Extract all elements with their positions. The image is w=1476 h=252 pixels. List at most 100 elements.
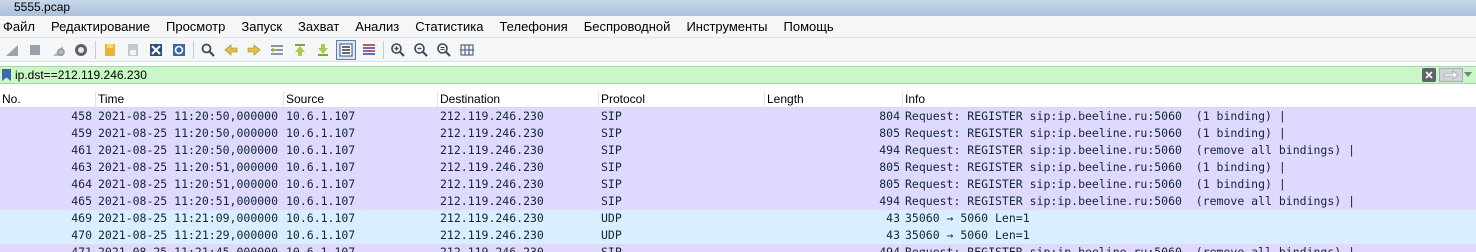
cell-destination: 212.119.246.230 bbox=[440, 126, 544, 140]
autoscroll-icon[interactable] bbox=[336, 39, 356, 60]
main-toolbar bbox=[0, 38, 1476, 62]
menu-statistics[interactable]: Статистика bbox=[407, 17, 491, 37]
display-filter-input[interactable] bbox=[15, 67, 1415, 83]
shark-fin-start-icon[interactable] bbox=[2, 40, 22, 60]
table-row[interactable]: 461 2021-08-25 11:20:50,000000 10.6.1.10… bbox=[0, 142, 1476, 159]
colorize-icon[interactable] bbox=[359, 40, 379, 60]
display-filter-bar bbox=[0, 66, 1476, 84]
cell-info: Request: REGISTER sip:ip.beeline.ru:5060… bbox=[905, 194, 1356, 208]
table-row[interactable]: 471 2021-08-25 11:21:45,000000 10.6.1.10… bbox=[0, 244, 1476, 252]
clear-filter-icon[interactable] bbox=[1422, 68, 1436, 82]
cell-source: 10.6.1.107 bbox=[286, 160, 356, 174]
menu-view[interactable]: Просмотр bbox=[158, 17, 233, 37]
cell-no: 469 bbox=[71, 211, 92, 225]
cell-no: 461 bbox=[71, 143, 92, 157]
cell-no: 458 bbox=[71, 109, 92, 123]
column-header-destination[interactable]: Destination bbox=[438, 91, 599, 108]
packet-list-header: No. Time Source Destination Protocol Len… bbox=[0, 91, 1476, 108]
menu-help[interactable]: Помощь bbox=[776, 17, 842, 37]
cell-protocol: UDP bbox=[601, 211, 622, 225]
menu-file[interactable]: Файл bbox=[0, 17, 43, 37]
table-row[interactable]: 470 2021-08-25 11:21:29,000000 10.6.1.10… bbox=[0, 227, 1476, 244]
save-file-icon[interactable] bbox=[123, 40, 143, 60]
menu-go[interactable]: Запуск bbox=[233, 17, 290, 37]
zoom-out-icon[interactable] bbox=[411, 40, 431, 60]
cell-destination: 212.119.246.230 bbox=[440, 245, 544, 252]
go-back-icon[interactable] bbox=[221, 40, 241, 60]
cell-destination: 212.119.246.230 bbox=[440, 143, 544, 157]
column-header-length[interactable]: Length bbox=[765, 91, 903, 108]
column-header-protocol[interactable]: Protocol bbox=[599, 91, 765, 108]
apply-filter-arrow-icon[interactable] bbox=[1439, 68, 1463, 82]
cell-source: 10.6.1.107 bbox=[286, 211, 356, 225]
cell-time: 2021-08-25 11:20:50,000000 bbox=[98, 109, 279, 123]
cell-time: 2021-08-25 11:21:45,000000 bbox=[98, 245, 279, 252]
resize-columns-icon[interactable] bbox=[457, 40, 477, 60]
cell-length: 494 bbox=[879, 143, 900, 157]
go-forward-icon[interactable] bbox=[244, 40, 264, 60]
column-header-info[interactable]: Info bbox=[903, 91, 1476, 108]
toolbar-separator bbox=[193, 40, 194, 59]
cell-destination: 212.119.246.230 bbox=[440, 177, 544, 191]
menu-edit[interactable]: Редактирование bbox=[43, 17, 158, 37]
zoom-normal-icon[interactable] bbox=[434, 40, 454, 60]
cell-no: 464 bbox=[71, 177, 92, 191]
go-last-icon[interactable] bbox=[313, 40, 333, 60]
filter-dropdown-icon[interactable] bbox=[1464, 72, 1472, 77]
table-row[interactable]: 469 2021-08-25 11:21:09,000000 10.6.1.10… bbox=[0, 210, 1476, 227]
cell-time: 2021-08-25 11:20:51,000000 bbox=[98, 160, 279, 174]
menu-analyze[interactable]: Анализ bbox=[347, 17, 407, 37]
cell-time: 2021-08-25 11:21:09,000000 bbox=[98, 211, 279, 225]
cell-length: 804 bbox=[879, 109, 900, 123]
table-row[interactable]: 465 2021-08-25 11:20:51,000000 10.6.1.10… bbox=[0, 193, 1476, 210]
cell-destination: 212.119.246.230 bbox=[440, 228, 544, 242]
capture-options-icon[interactable] bbox=[71, 40, 91, 60]
zoom-in-icon[interactable] bbox=[388, 40, 408, 60]
cell-info: Request: REGISTER sip:ip.beeline.ru:5060… bbox=[905, 245, 1356, 252]
cell-info: 35060 → 5060 Len=1 bbox=[905, 211, 1030, 225]
cell-no: 465 bbox=[71, 194, 92, 208]
open-file-icon[interactable] bbox=[100, 40, 120, 60]
table-row[interactable]: 458 2021-08-25 11:20:50,000000 10.6.1.10… bbox=[0, 108, 1476, 125]
cell-no: 471 bbox=[71, 245, 92, 252]
find-icon[interactable] bbox=[198, 40, 218, 60]
go-to-packet-icon[interactable] bbox=[267, 40, 287, 60]
cell-info: Request: REGISTER sip:ip.beeline.ru:5060… bbox=[905, 160, 1286, 174]
table-row[interactable]: 464 2021-08-25 11:20:51,000000 10.6.1.10… bbox=[0, 176, 1476, 193]
column-header-source[interactable]: Source bbox=[284, 91, 438, 108]
cell-no: 463 bbox=[71, 160, 92, 174]
table-row[interactable]: 459 2021-08-25 11:20:50,000000 10.6.1.10… bbox=[0, 125, 1476, 142]
column-header-no[interactable]: No. bbox=[0, 91, 96, 108]
cell-protocol: SIP bbox=[601, 177, 622, 191]
window-titlebar: 5555.pcap bbox=[0, 0, 1476, 16]
cell-destination: 212.119.246.230 bbox=[440, 211, 544, 225]
reload-icon[interactable] bbox=[169, 40, 189, 60]
cell-destination: 212.119.246.230 bbox=[440, 160, 544, 174]
cell-protocol: SIP bbox=[601, 245, 622, 252]
cell-info: Request: REGISTER sip:ip.beeline.ru:5060… bbox=[905, 109, 1286, 123]
column-header-time[interactable]: Time bbox=[96, 91, 284, 108]
cell-no: 459 bbox=[71, 126, 92, 140]
menu-bar: Файл Редактирование Просмотр Запуск Захв… bbox=[0, 16, 1476, 38]
menu-capture[interactable]: Захват bbox=[290, 17, 347, 37]
window-title: 5555.pcap bbox=[14, 0, 71, 14]
cell-source: 10.6.1.107 bbox=[286, 143, 356, 157]
cell-destination: 212.119.246.230 bbox=[440, 109, 544, 123]
close-file-icon[interactable] bbox=[146, 40, 166, 60]
bookmark-icon[interactable] bbox=[2, 69, 11, 81]
cell-info: Request: REGISTER sip:ip.beeline.ru:5060… bbox=[905, 177, 1286, 191]
menu-telephony[interactable]: Телефония bbox=[491, 17, 575, 37]
cell-source: 10.6.1.107 bbox=[286, 245, 356, 252]
cell-time: 2021-08-25 11:20:50,000000 bbox=[98, 126, 279, 140]
cell-length: 494 bbox=[879, 245, 900, 252]
toolbar-separator bbox=[95, 40, 96, 59]
menu-wireless[interactable]: Беспроводной bbox=[576, 17, 679, 37]
cell-length: 494 bbox=[879, 194, 900, 208]
cell-source: 10.6.1.107 bbox=[286, 109, 356, 123]
menu-tools[interactable]: Инструменты bbox=[678, 17, 775, 37]
restart-icon[interactable] bbox=[48, 40, 68, 60]
stop-icon[interactable] bbox=[25, 40, 45, 60]
table-row[interactable]: 463 2021-08-25 11:20:51,000000 10.6.1.10… bbox=[0, 159, 1476, 176]
go-first-icon[interactable] bbox=[290, 40, 310, 60]
toolbar-separator bbox=[383, 40, 384, 59]
